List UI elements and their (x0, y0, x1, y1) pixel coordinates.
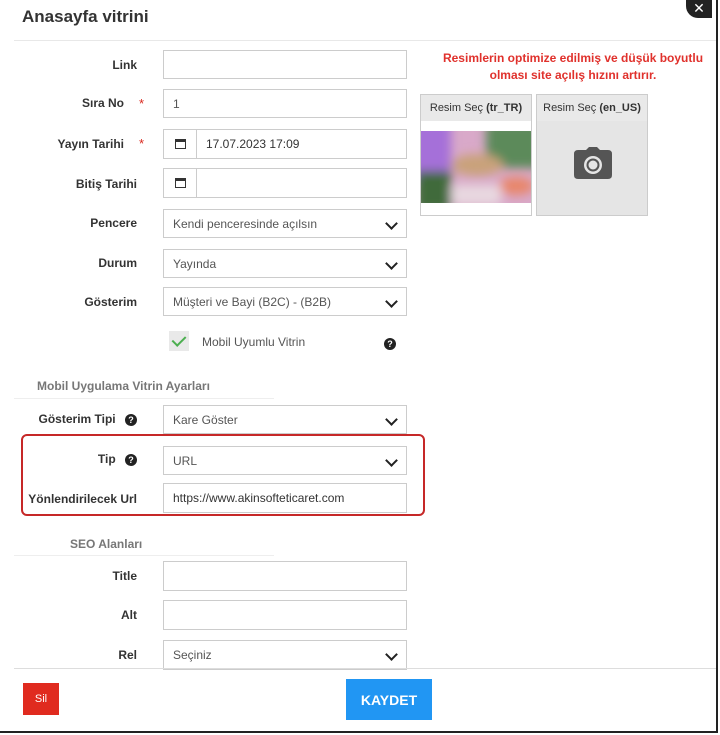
mobil-label: Mobil Uyumlu Vitrin (202, 335, 306, 349)
gosterim-tipi-text: Gösterim Tipi (38, 412, 116, 426)
bitis-tarihi-input[interactable] (196, 168, 407, 198)
tip-select[interactable]: URL (163, 446, 407, 475)
card-lang: (tr_TR) (486, 102, 523, 114)
rel-select[interactable]: Seçiniz (163, 640, 407, 670)
chevron-down-icon (385, 216, 398, 230)
link-input[interactable] (163, 50, 407, 79)
section-divider (14, 398, 274, 399)
chevron-down-icon (385, 648, 398, 661)
section-divider (14, 555, 274, 556)
durum-label: Durum (98, 256, 137, 270)
alt-label: Alt (121, 608, 137, 622)
mobil-checkbox[interactable] (169, 331, 189, 351)
yayin-tarihi-label: Yayın Tarihi (57, 137, 124, 151)
url-input[interactable]: https://www.akinsofteticaret.com (163, 483, 407, 513)
card-prefix: Resim Seç (543, 102, 597, 114)
pencere-value: Kendi penceresinde açılsın (173, 216, 318, 231)
gosterim-tipi-select[interactable]: Kare Göster (163, 405, 407, 434)
image-card-title: Resim Seç (tr_TR) (421, 95, 531, 121)
durum-select[interactable]: Yayında (163, 249, 407, 278)
pencere-label: Pencere (90, 216, 137, 230)
calendar-icon[interactable] (163, 168, 197, 198)
url-label: Yönlendirilecek Url (28, 492, 137, 506)
required-mark: * (139, 96, 145, 111)
gosterim-tipi-label: Gösterim Tipi ? (0, 412, 137, 426)
image-notice: Resimlerin optimize edilmiş ve düşük boy… (442, 51, 704, 82)
tip-value: URL (173, 453, 198, 468)
image-card-tr[interactable]: Resim Seç (tr_TR) (420, 94, 532, 216)
chevron-down-icon (385, 412, 398, 426)
image-card-en[interactable]: Resim Seç (en_US) (536, 94, 648, 216)
delete-button[interactable]: Sil (23, 683, 59, 715)
sira-no-input[interactable]: 1 (163, 89, 407, 118)
check-icon (171, 332, 187, 347)
mobil-section-title: Mobil Uygulama Vitrin Ayarları (37, 379, 210, 393)
tip-text: Tip (97, 452, 116, 466)
card-prefix: Resim Seç (429, 102, 484, 114)
modal: Anasayfa vitrini ✕ Link Sıra No * 1 Yayı… (0, 0, 718, 733)
seo-section-title: SEO Alanları (70, 537, 143, 551)
required-mark: * (139, 136, 145, 151)
modal-title: Anasayfa vitrini (22, 7, 149, 26)
rel-label: Rel (118, 648, 137, 662)
title-label: Title (112, 569, 137, 583)
help-icon[interactable]: ? (125, 454, 137, 466)
bitis-tarihi-label: Bitiş Tarihi (75, 177, 137, 191)
gosterim-select[interactable]: Müşteri ve Bayi (B2C) - (B2B) (163, 287, 407, 316)
image-card-title: Resim Seç (en_US) (537, 95, 647, 121)
link-label: Link (112, 58, 137, 72)
tip-label: Tip ? (0, 452, 137, 466)
rel-value: Seçiniz (173, 648, 212, 662)
image-thumbnail (421, 131, 531, 203)
durum-value: Yayında (173, 256, 217, 271)
title-divider (14, 40, 716, 41)
pencere-select[interactable]: Kendi penceresinde açılsın (163, 209, 407, 238)
sira-no-label: Sıra No (81, 96, 124, 110)
help-icon[interactable]: ? (384, 334, 396, 352)
chevron-down-icon (385, 294, 398, 308)
footer-divider (14, 668, 716, 669)
yayin-tarihi-input[interactable]: 17.07.2023 17:09 (196, 129, 407, 159)
camera-icon (574, 147, 612, 179)
title-input[interactable] (163, 561, 407, 591)
gosterim-value: Müşteri ve Bayi (B2C) - (B2B) (173, 294, 332, 309)
save-button[interactable]: KAYDET (346, 679, 432, 720)
gosterim-tipi-value: Kare Göster (173, 412, 238, 427)
chevron-down-icon (385, 453, 398, 467)
alt-input[interactable] (163, 600, 407, 630)
help-icon[interactable]: ? (125, 414, 137, 426)
gosterim-label: Gösterim (84, 295, 137, 309)
calendar-icon[interactable] (163, 129, 197, 159)
chevron-down-icon (385, 256, 398, 270)
close-button[interactable]: ✕ (686, 0, 712, 18)
card-lang: (en_US) (599, 102, 641, 114)
